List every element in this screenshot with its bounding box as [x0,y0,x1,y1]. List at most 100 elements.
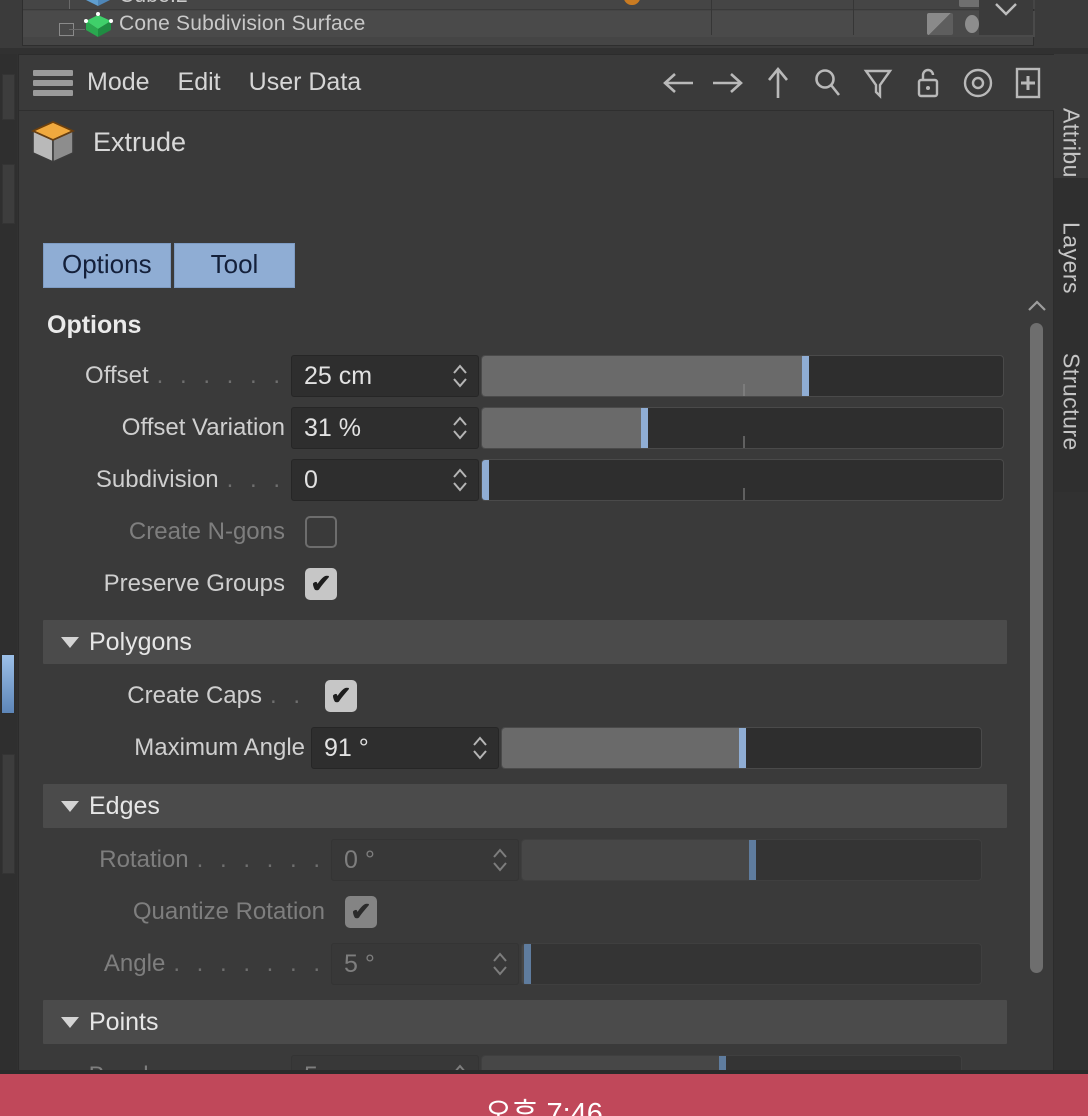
rotation-input[interactable]: 0 ° [331,839,519,881]
tree-indent [23,11,85,37]
group-title: Points [89,1007,159,1036]
tree-indent [23,0,83,9]
spinner-icon[interactable] [450,361,470,391]
slider-handle[interactable] [482,460,489,500]
lock-open-icon[interactable] [911,66,945,100]
label-text: Offset [85,362,149,389]
rotation-slider[interactable] [521,839,982,881]
object-manager-scroll-down-button[interactable] [979,0,1033,35]
hamburger-icon[interactable] [33,69,73,96]
column-divider [711,0,712,35]
row-offset: Offset . . . . . . 25 cm [19,350,1031,402]
android-status-bar: 오후 7:46 [0,1074,1088,1116]
row-preserve-groups: Preserve Groups [19,558,1031,610]
label-text: Quantize Rotation [132,898,325,925]
vtab-structure[interactable]: Structure [1054,302,1088,492]
slider-fill [502,728,742,768]
create-ngons-checkbox[interactable] [305,516,337,548]
maximum-angle-slider[interactable] [501,727,982,769]
row-label: Quantize Rotation [19,898,331,926]
angle-input[interactable]: 5 ° [331,943,519,985]
arrow-left-icon[interactable] [661,66,695,100]
arrow-right-icon[interactable] [711,66,745,100]
object-manager-row-cone[interactable]: Cone Subdivision Surface ✓ [23,11,1035,37]
chevron-down-icon[interactable] [61,636,79,648]
tag-dot-icon[interactable] [964,15,979,33]
attributes-manager: Mode Edit User Data Extrude Options Tool… [18,54,1055,1116]
add-box-icon[interactable] [1011,66,1045,100]
label-text: Subdivision [95,466,219,493]
scrollbar-thumb[interactable] [1030,323,1043,973]
attributes-tabs: Options Tool [43,243,296,288]
offset-slider[interactable] [481,355,1004,397]
angle-slider[interactable] [521,943,982,985]
offset-variation-input[interactable]: 31 % [291,407,479,449]
spinner-icon[interactable] [450,465,470,495]
menu-item-user-data[interactable]: User Data [249,68,362,97]
record-circle-icon[interactable] [961,66,995,100]
label-dots: . . . [226,466,285,493]
offset-input[interactable]: 25 cm [291,355,479,397]
menu-item-edit[interactable]: Edit [178,68,221,97]
input-value: 0 [304,465,318,494]
chevron-down-icon[interactable] [61,800,79,812]
input-value: 0 ° [344,845,375,874]
spinner-icon[interactable] [450,413,470,443]
group-title: Polygons [89,627,192,656]
row-label: Create N-gons [19,518,291,546]
filter-funnel-icon[interactable] [861,66,895,100]
cube-blue-icon [83,0,113,8]
row-create-ngons: Create N-gons [19,506,1031,558]
group-title: Edges [89,791,160,820]
label-dots: . . . . . . . [173,950,325,977]
tab-tool[interactable]: Tool [173,243,296,288]
app-root: Cube.2 [0,0,1088,1116]
slider-handle[interactable] [524,944,531,984]
label-dots: . . . . . . [156,362,285,389]
slider-handle[interactable] [738,728,746,768]
object-manager-row-cube[interactable]: Cube.2 [23,0,1035,9]
maximum-angle-input[interactable]: 91 ° [311,727,499,769]
left-panel-item[interactable] [2,74,15,120]
left-panel-selected-item[interactable] [1,654,15,714]
slider-handle[interactable] [802,356,810,396]
spinner-icon[interactable] [490,949,510,979]
attributes-scrollbar[interactable] [1023,293,1051,1116]
spinner-icon[interactable] [490,845,510,875]
offset-variation-slider[interactable] [481,407,1004,449]
group-header-polygons[interactable]: Polygons [43,620,1007,664]
subdivision-input[interactable]: 0 [291,459,479,501]
input-value: 31 % [304,413,361,442]
group-header-edges[interactable]: Edges [43,784,1007,828]
row-rotation: Rotation . . . . . . 0 ° [19,834,1031,886]
slider-handle[interactable] [640,408,648,448]
left-panel-edge [0,54,17,1074]
spinner-icon[interactable] [470,733,490,763]
label-text: Create N-gons [128,518,285,545]
group-header-points[interactable]: Points [43,1000,1007,1044]
attributes-body: Options Offset . . . . . . 25 cm Offset … [19,293,1031,1116]
slider-tick [742,488,745,500]
arrow-up-icon[interactable] [761,66,795,100]
slider-handle[interactable] [748,840,756,880]
search-icon[interactable] [811,66,845,100]
subdivision-slider[interactable] [481,459,1004,501]
left-panel-item[interactable] [2,164,15,224]
input-value: 91 ° [324,733,369,762]
slider-fill [482,408,644,448]
label-text: Offset Variation [121,414,285,441]
tag-box-half-icon[interactable] [926,13,953,35]
create-caps-checkbox[interactable] [325,680,357,712]
scroll-up-button[interactable] [1023,293,1051,319]
preserve-groups-checkbox[interactable] [305,568,337,600]
menu-item-mode[interactable]: Mode [87,68,150,97]
label-dots: . . . . . . [196,846,325,873]
row-label: Create Caps . . [19,682,311,710]
chevron-down-icon[interactable] [61,1016,79,1028]
row-create-caps: Create Caps . . [19,670,1031,722]
left-panel-item[interactable] [2,754,15,874]
tab-options[interactable]: Options [43,243,171,288]
quantize-rotation-checkbox[interactable] [345,896,377,928]
row-label: Offset Variation [19,414,291,442]
row-label: Preserve Groups [19,570,291,598]
